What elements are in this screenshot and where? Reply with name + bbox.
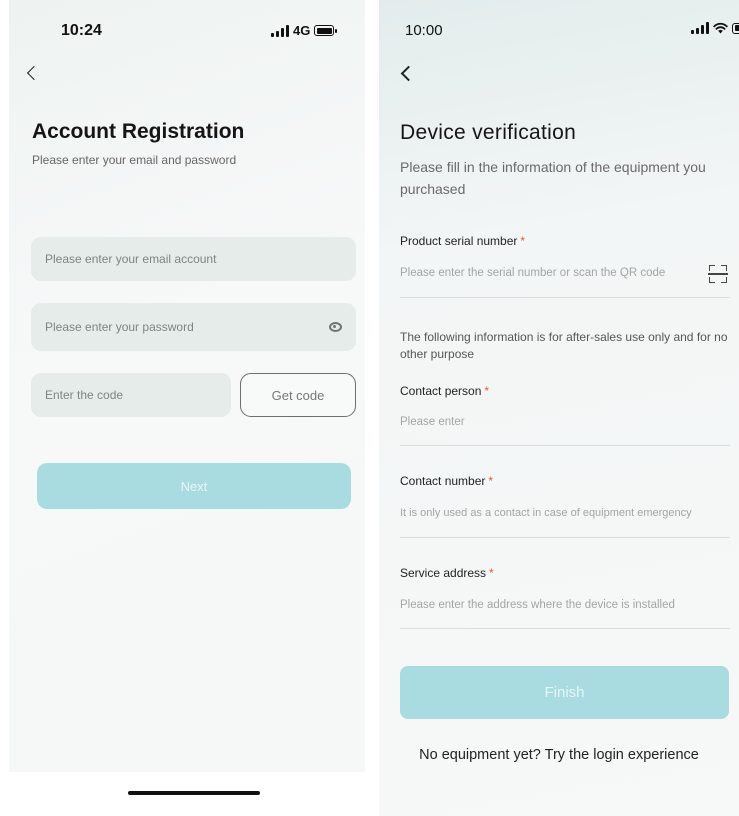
contact-number-label: Contact number * [400,474,494,488]
scan-qr-icon[interactable] [708,265,728,283]
wifi-icon [713,22,728,34]
email-field[interactable]: Please enter your email account [31,237,356,281]
registration-screen: 10:24 4G Account Registration Please ent… [9,0,365,816]
email-placeholder: Please enter your email account [45,252,217,266]
after-sales-note: The following information is for after-s… [400,330,728,361]
divider [400,445,730,446]
eye-icon[interactable] [329,322,342,332]
home-indicator [128,791,260,795]
serial-input[interactable]: Please enter the serial number or scan t… [400,267,665,279]
divider [400,537,730,538]
page-subtitle: Please enter your email and password [32,153,237,167]
battery-icon [732,22,739,34]
back-arrow-icon[interactable] [400,65,417,82]
password-field[interactable]: Please enter your password [31,303,356,351]
required-star: * [489,566,494,580]
required-star: * [488,474,494,488]
status-indicators: 4G [271,23,338,38]
required-star: * [520,234,526,248]
contact-number-input[interactable]: It is only used as a contact in case of … [400,507,692,519]
status-time: 10:24 [61,22,102,39]
status-time: 10:00 [405,22,443,39]
network-label: 4G [293,23,311,38]
page-subtitle: Please fill in the information of the eq… [400,159,706,197]
divider [400,297,730,298]
page-title: Device verification [400,121,577,144]
page-title: Account Registration [32,120,245,143]
code-field[interactable]: Enter the code [31,373,231,417]
contact-person-input[interactable]: Please enter [400,416,465,428]
service-address-input[interactable]: Please enter the address where the devic… [400,599,675,611]
contact-person-label: Contact person * [400,384,490,398]
next-button[interactable]: Next [37,463,351,509]
back-arrow-icon[interactable] [26,65,42,81]
service-address-label: Service address * [400,566,494,580]
divider [400,628,730,629]
get-code-button[interactable]: Get code [240,373,356,417]
finish-button[interactable]: Finish [400,666,729,719]
signal-icon [271,24,289,37]
code-placeholder: Enter the code [45,388,124,402]
status-indicators [691,22,739,34]
device-verification-screen: 10:00 Device verification Please fill in… [379,0,739,816]
signal-icon [691,22,709,34]
required-star: * [484,384,490,398]
login-experience-link[interactable]: No equipment yet? Try the login experien… [379,747,739,763]
battery-icon [314,25,338,36]
password-placeholder: Please enter your password [45,320,194,334]
serial-label: Product serial number * [400,234,526,248]
